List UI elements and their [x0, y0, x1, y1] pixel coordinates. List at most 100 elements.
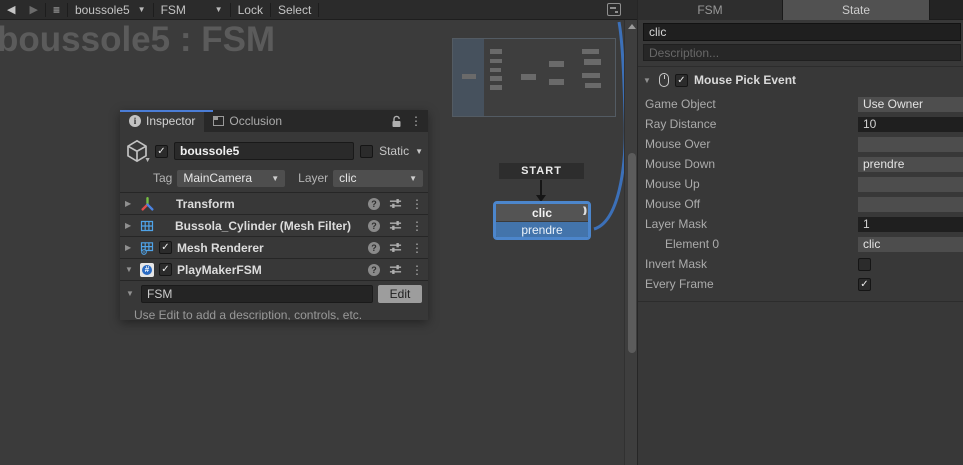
mouse-up-event-field[interactable] — [858, 177, 963, 192]
state-description-field[interactable] — [643, 44, 961, 61]
static-dropdown-icon[interactable]: ▼ — [415, 147, 423, 156]
layer-dropdown[interactable]: clic ▼ — [333, 170, 423, 187]
minimap-state-bar — [582, 49, 599, 54]
kebab-menu-icon[interactable]: ⋮ — [411, 197, 423, 211]
foldout-arrow-icon[interactable]: ▼ — [643, 76, 653, 85]
state-node-title[interactable]: clic )) — [496, 204, 588, 222]
minimap-state-bar — [582, 73, 600, 78]
scrollbar-up-arrow-icon[interactable] — [628, 24, 636, 29]
select-button[interactable]: Select — [271, 0, 318, 20]
divider — [638, 301, 963, 302]
gameobject-cube-icon[interactable]: ▼ — [125, 139, 149, 163]
playmaker-editor-window: ◀ ▶ ≡ boussole5 ▼ FSM ▼ Lock Select bous… — [0, 0, 963, 465]
action-enabled-checkbox[interactable] — [675, 74, 688, 87]
transition-event-icon: )) — [583, 205, 585, 215]
kebab-menu-icon[interactable]: ⋮ — [410, 114, 422, 128]
component-row-transform[interactable]: ▶ Transform ? ⋮ — [120, 192, 428, 214]
foldout-arrow-icon[interactable]: ▼ — [126, 289, 136, 298]
static-checkbox[interactable] — [360, 145, 373, 158]
graph-vertical-scrollbar[interactable] — [624, 20, 637, 465]
component-enabled-checkbox[interactable] — [159, 241, 172, 254]
component-row-mesh-renderer[interactable]: ▶ Mesh Renderer ? ⋮ — [120, 236, 428, 258]
fsm-toolbar: ◀ ▶ ≡ boussole5 ▼ FSM ▼ Lock Select — [0, 0, 637, 20]
tab-state[interactable]: State — [783, 0, 930, 20]
layer-mask-input[interactable]: 1 — [858, 217, 963, 232]
ray-distance-input[interactable]: 10 — [858, 117, 963, 132]
field-label: Mouse Off — [638, 197, 858, 211]
state-node-clic[interactable]: clic )) prendre — [493, 201, 591, 240]
kebab-menu-icon[interactable]: ⋮ — [411, 241, 423, 255]
minimap-state-bar — [490, 59, 502, 63]
component-row-playmakerfsm[interactable]: ▼ PlayMakerFSM ? ⋮ — [120, 258, 428, 280]
presets-icon[interactable] — [389, 219, 402, 232]
game-object-dropdown[interactable]: Use Owner — [858, 97, 963, 112]
state-node-transition-prendre[interactable]: prendre — [496, 222, 588, 237]
field-value: prendre — [863, 157, 904, 171]
fsm-name-field[interactable] — [141, 285, 373, 303]
back-button[interactable]: ◀ — [0, 0, 22, 20]
help-icon[interactable]: ? — [368, 242, 380, 254]
every-frame-checkbox[interactable] — [858, 278, 871, 291]
tab-fsm-label: FSM — [697, 3, 722, 17]
start-node[interactable]: START — [499, 163, 584, 179]
foldout-arrow-icon[interactable]: ▶ — [125, 243, 135, 252]
field-row-mouse-down: Mouse Down prendre — [638, 154, 963, 174]
state-panel-tab-bar: FSM State — [638, 0, 963, 20]
help-icon[interactable]: ? — [368, 220, 380, 232]
static-label: Static — [379, 144, 409, 158]
mouse-icon — [659, 73, 669, 87]
field-label: Element 0 — [638, 237, 858, 251]
element-0-field[interactable]: clic — [858, 237, 963, 252]
gameobject-dropdown[interactable]: boussole5 ▼ — [68, 0, 153, 20]
field-value: Use Owner — [863, 97, 923, 111]
foldout-arrow-icon[interactable]: ▶ — [125, 199, 135, 208]
fsm-dropdown[interactable]: FSM ▼ — [154, 0, 230, 20]
field-row-mouse-up: Mouse Up — [638, 174, 963, 194]
field-row-mouse-off: Mouse Off — [638, 194, 963, 214]
kebab-menu-icon[interactable]: ⋮ — [411, 219, 423, 233]
gameobject-active-checkbox[interactable] — [155, 145, 168, 158]
action-title: Mouse Pick Event — [694, 73, 796, 87]
tab-inspector[interactable]: i Inspector — [120, 110, 204, 132]
field-row-every-frame: Every Frame — [638, 274, 963, 294]
mouse-over-event-field[interactable] — [858, 137, 963, 152]
invert-mask-checkbox[interactable] — [858, 258, 871, 271]
gameobject-name-field[interactable] — [174, 142, 354, 160]
tab-fsm[interactable]: FSM — [638, 0, 783, 20]
tab-occlusion-label: Occlusion — [229, 114, 282, 128]
component-row-mesh-filter[interactable]: ▶ Bussola_Cylinder (Mesh Filter) ? ⋮ — [120, 214, 428, 236]
mouse-down-event-field[interactable]: prendre — [858, 157, 963, 172]
foldout-arrow-icon[interactable]: ▼ — [125, 265, 135, 274]
scrollbar-thumb[interactable] — [628, 153, 636, 353]
fsm-name-row: ▼ Edit — [120, 280, 428, 306]
tab-occlusion[interactable]: Occlusion — [204, 110, 291, 132]
help-icon[interactable]: ? — [368, 264, 380, 276]
mesh-filter-icon — [140, 219, 154, 233]
component-enabled-checkbox[interactable] — [159, 263, 172, 276]
tag-dropdown[interactable]: MainCamera ▼ — [177, 170, 285, 187]
chevron-down-icon: ▼ — [271, 174, 279, 183]
field-label: Ray Distance — [638, 117, 858, 131]
foldout-arrow-icon[interactable]: ▶ — [125, 221, 135, 230]
presets-icon[interactable] — [389, 197, 402, 210]
component-label: PlayMakerFSM — [177, 263, 262, 277]
help-icon[interactable]: ? — [368, 198, 380, 210]
mouse-off-event-field[interactable] — [858, 197, 963, 212]
presets-icon[interactable] — [389, 263, 402, 276]
minimap-toggle-icon[interactable] — [607, 3, 621, 16]
unlock-icon[interactable] — [391, 115, 402, 128]
forward-button[interactable]: ▶ — [22, 0, 44, 20]
edit-button[interactable]: Edit — [378, 285, 422, 303]
action-header-mouse-pick-event[interactable]: ▼ Mouse Pick Event — [638, 69, 963, 91]
lock-button[interactable]: Lock — [231, 0, 270, 20]
select-button-label: Select — [278, 3, 311, 17]
graph-minimap[interactable] — [452, 38, 616, 117]
field-label: Mouse Down — [638, 157, 858, 171]
kebab-menu-icon[interactable]: ⋮ — [411, 263, 423, 277]
state-name-field[interactable] — [643, 23, 961, 41]
field-label: Layer Mask — [638, 217, 858, 231]
history-menu-button[interactable]: ≡ — [46, 0, 67, 20]
presets-icon[interactable] — [389, 241, 402, 254]
forward-arrow-icon: ▶ — [29, 0, 37, 20]
minimap-state-bar — [490, 76, 502, 81]
